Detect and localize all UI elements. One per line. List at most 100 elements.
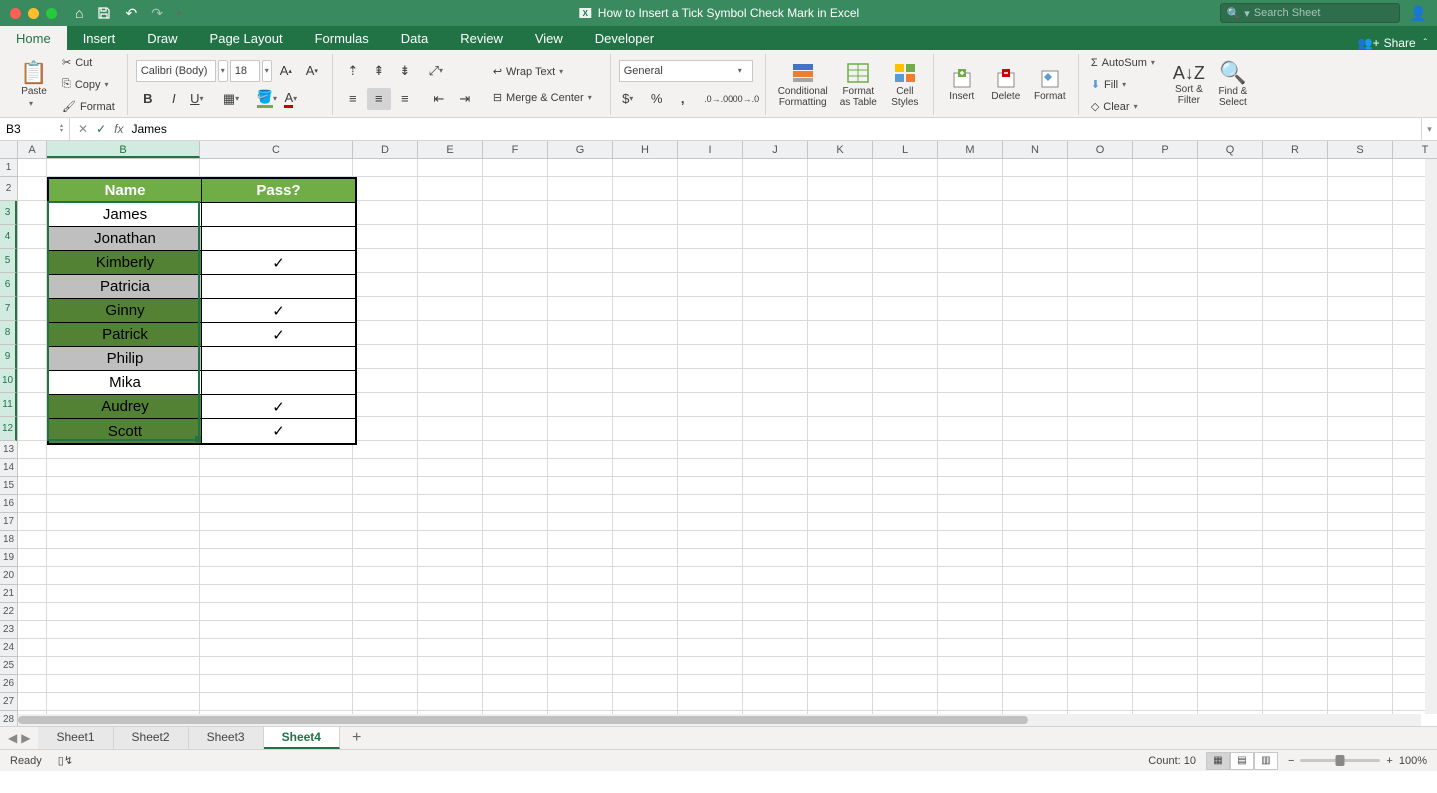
- row-header-19[interactable]: 19: [0, 549, 17, 567]
- cell-L23[interactable]: [873, 621, 938, 639]
- cell-E17[interactable]: [418, 513, 483, 531]
- prev-sheet-button[interactable]: ◀: [8, 731, 17, 745]
- cell-G19[interactable]: [548, 549, 613, 567]
- cell-K9[interactable]: [808, 345, 873, 369]
- cell-R7[interactable]: [1263, 297, 1328, 321]
- cell-S27[interactable]: [1328, 693, 1393, 711]
- row-header-13[interactable]: 13: [0, 441, 17, 459]
- cell-I16[interactable]: [678, 495, 743, 513]
- cell-L3[interactable]: [873, 201, 938, 225]
- font-name-select[interactable]: Calibri (Body): [136, 60, 216, 82]
- cell-R24[interactable]: [1263, 639, 1328, 657]
- horizontal-scrollbar[interactable]: [18, 714, 1421, 726]
- cell-L12[interactable]: [873, 417, 938, 441]
- cell-B23[interactable]: [47, 621, 200, 639]
- cell-E16[interactable]: [418, 495, 483, 513]
- cell-O3[interactable]: [1068, 201, 1133, 225]
- cell-R18[interactable]: [1263, 531, 1328, 549]
- cell-L21[interactable]: [873, 585, 938, 603]
- cell-J12[interactable]: [743, 417, 808, 441]
- cell-F2[interactable]: [483, 177, 548, 201]
- cell-R16[interactable]: [1263, 495, 1328, 513]
- cell-G10[interactable]: [548, 369, 613, 393]
- cell-P20[interactable]: [1133, 567, 1198, 585]
- cell-S1[interactable]: [1328, 159, 1393, 177]
- row-header-24[interactable]: 24: [0, 639, 17, 657]
- cell-S12[interactable]: [1328, 417, 1393, 441]
- cell-C1[interactable]: [200, 159, 353, 177]
- cell-J6[interactable]: [743, 273, 808, 297]
- cell-A2[interactable]: [18, 177, 47, 201]
- cell-D20[interactable]: [353, 567, 418, 585]
- cell-G2[interactable]: [548, 177, 613, 201]
- cell-N7[interactable]: [1003, 297, 1068, 321]
- cell-B14[interactable]: [47, 459, 200, 477]
- table-cell-pass-4[interactable]: ✓: [202, 299, 355, 323]
- delete-cells-button[interactable]: Delete: [986, 65, 1026, 104]
- cell-F23[interactable]: [483, 621, 548, 639]
- cell-P25[interactable]: [1133, 657, 1198, 675]
- cell-O11[interactable]: [1068, 393, 1133, 417]
- cell-E12[interactable]: [418, 417, 483, 441]
- cell-Q22[interactable]: [1198, 603, 1263, 621]
- cell-M26[interactable]: [938, 675, 1003, 693]
- cell-I13[interactable]: [678, 441, 743, 459]
- collapse-ribbon-icon[interactable]: ˆ: [1424, 38, 1427, 49]
- cell-O25[interactable]: [1068, 657, 1133, 675]
- cell-O1[interactable]: [1068, 159, 1133, 177]
- align-top-button[interactable]: ⇡: [341, 60, 365, 82]
- cell-M17[interactable]: [938, 513, 1003, 531]
- conditional-formatting-button[interactable]: Conditional Formatting: [774, 60, 832, 110]
- align-right-button[interactable]: ≡: [393, 88, 417, 110]
- cell-F8[interactable]: [483, 321, 548, 345]
- cell-E10[interactable]: [418, 369, 483, 393]
- cell-D9[interactable]: [353, 345, 418, 369]
- table-cell-name-5[interactable]: Patrick: [49, 323, 202, 347]
- cell-M16[interactable]: [938, 495, 1003, 513]
- cell-A26[interactable]: [18, 675, 47, 693]
- cell-J18[interactable]: [743, 531, 808, 549]
- wrap-text-button[interactable]: ↩Wrap Text▾: [489, 62, 602, 82]
- cell-S6[interactable]: [1328, 273, 1393, 297]
- cell-L26[interactable]: [873, 675, 938, 693]
- vertical-scrollbar[interactable]: [1425, 159, 1437, 714]
- cell-O9[interactable]: [1068, 345, 1133, 369]
- row-header-4[interactable]: 4: [0, 225, 17, 249]
- cell-R13[interactable]: [1263, 441, 1328, 459]
- row-header-20[interactable]: 20: [0, 567, 17, 585]
- cell-N25[interactable]: [1003, 657, 1068, 675]
- cell-L7[interactable]: [873, 297, 938, 321]
- cell-O12[interactable]: [1068, 417, 1133, 441]
- cell-E20[interactable]: [418, 567, 483, 585]
- cell-L9[interactable]: [873, 345, 938, 369]
- cell-N17[interactable]: [1003, 513, 1068, 531]
- cell-I26[interactable]: [678, 675, 743, 693]
- number-format-select[interactable]: General▾: [619, 60, 753, 82]
- cell-K27[interactable]: [808, 693, 873, 711]
- cell-E19[interactable]: [418, 549, 483, 567]
- column-header-L[interactable]: L: [873, 141, 938, 158]
- format-cells-button[interactable]: Format: [1030, 65, 1070, 104]
- table-cell-pass-5[interactable]: ✓: [202, 323, 355, 347]
- underline-button[interactable]: U▾: [188, 88, 212, 110]
- cell-R11[interactable]: [1263, 393, 1328, 417]
- column-header-K[interactable]: K: [808, 141, 873, 158]
- cell-B26[interactable]: [47, 675, 200, 693]
- cell-S11[interactable]: [1328, 393, 1393, 417]
- cell-D4[interactable]: [353, 225, 418, 249]
- cell-I15[interactable]: [678, 477, 743, 495]
- cell-H15[interactable]: [613, 477, 678, 495]
- cell-K6[interactable]: [808, 273, 873, 297]
- cell-J15[interactable]: [743, 477, 808, 495]
- cell-M11[interactable]: [938, 393, 1003, 417]
- cell-Q12[interactable]: [1198, 417, 1263, 441]
- table-cell-pass-9[interactable]: ✓: [202, 419, 355, 443]
- tab-developer[interactable]: Developer: [579, 26, 670, 50]
- cell-A10[interactable]: [18, 369, 47, 393]
- cell-G11[interactable]: [548, 393, 613, 417]
- cell-K7[interactable]: [808, 297, 873, 321]
- cell-N20[interactable]: [1003, 567, 1068, 585]
- cell-E24[interactable]: [418, 639, 483, 657]
- undo-icon[interactable]: ↶: [125, 5, 137, 22]
- cell-S15[interactable]: [1328, 477, 1393, 495]
